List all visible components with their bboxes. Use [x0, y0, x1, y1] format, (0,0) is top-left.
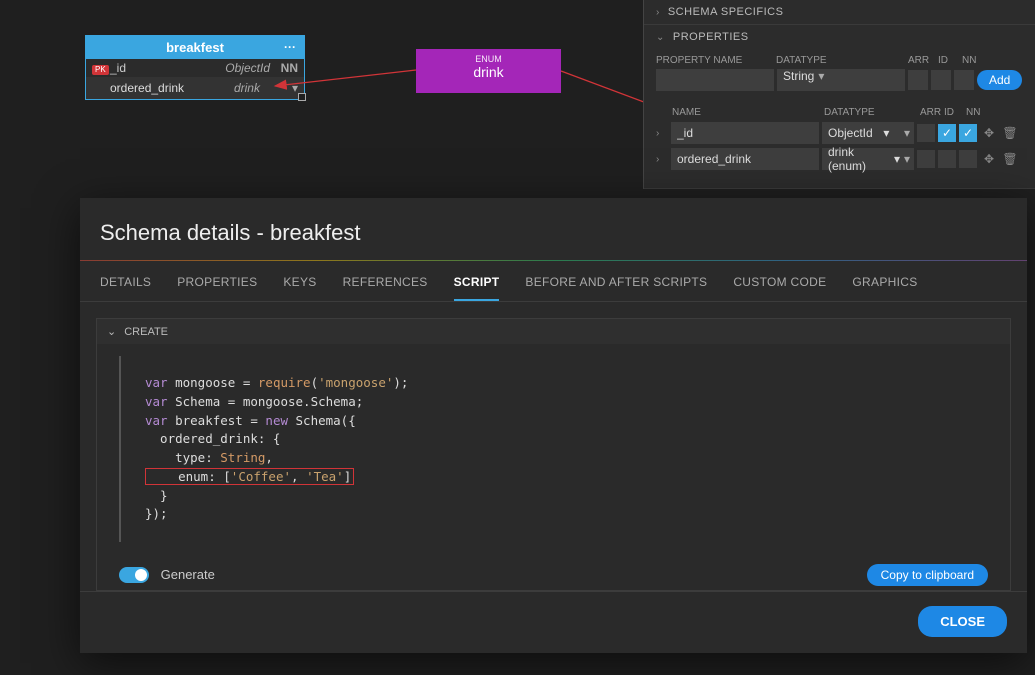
- properties-sidebar: › SCHEMA SPECIFICS ⌄ PROPERTIES PROPERTY…: [643, 0, 1035, 189]
- trash-icon[interactable]: 🗑: [1001, 150, 1019, 168]
- add-property-button[interactable]: Add: [977, 70, 1022, 90]
- generate-toggle[interactable]: [119, 567, 149, 583]
- tab-before-after[interactable]: BEFORE AND AFTER SCRIPTS: [525, 275, 707, 301]
- entity-menu-icon[interactable]: ···: [284, 40, 296, 54]
- close-button[interactable]: CLOSE: [918, 606, 1007, 637]
- header-datatype: DATATYPE: [824, 107, 920, 118]
- tab-custom-code[interactable]: CUSTOM CODE: [733, 275, 826, 301]
- enum-name: drink: [416, 64, 561, 80]
- property-name-input[interactable]: [671, 122, 819, 144]
- header-property-name: PROPERTY NAME: [656, 55, 776, 66]
- resize-handle-icon[interactable]: [298, 93, 306, 101]
- tab-keys[interactable]: KEYS: [283, 275, 316, 301]
- tab-script[interactable]: SCRIPT: [454, 275, 500, 301]
- new-id-checkbox[interactable]: [931, 70, 951, 90]
- create-header[interactable]: ⌄ CREATE: [97, 319, 1010, 344]
- trash-icon[interactable]: 🗑: [1001, 124, 1019, 142]
- header-id: ID: [944, 107, 966, 118]
- col-name: ordered_drink: [110, 81, 200, 95]
- new-nn-checkbox[interactable]: [954, 70, 974, 90]
- divider: [80, 260, 1027, 261]
- section-properties[interactable]: ⌄ PROPERTIES: [644, 25, 1035, 49]
- header-id: ID: [938, 55, 962, 66]
- tab-graphics[interactable]: GRAPHICS: [852, 275, 917, 301]
- tab-references[interactable]: REFERENCES: [343, 275, 428, 301]
- header-arr: ARR: [920, 107, 944, 118]
- arr-checkbox[interactable]: [917, 150, 935, 168]
- code-block[interactable]: var mongoose = require('mongoose'); var …: [119, 356, 988, 542]
- chevron-right-icon[interactable]: ›: [656, 154, 668, 165]
- header-nn: NN: [966, 107, 988, 118]
- create-label: CREATE: [124, 326, 168, 338]
- chevron-down-icon: ▾: [883, 126, 889, 140]
- tab-details[interactable]: DETAILS: [100, 275, 151, 301]
- entity-column-row[interactable]: PK _id ObjectId NN: [86, 59, 304, 77]
- property-name-input[interactable]: [671, 148, 819, 170]
- property-row: › drink (enum)▾ ✥ 🗑: [656, 148, 1023, 170]
- move-icon[interactable]: ✥: [980, 124, 998, 142]
- modal-tabs: DETAILS PROPERTIES KEYS REFERENCES SCRIP…: [80, 261, 1027, 302]
- generate-label: Generate: [161, 567, 215, 582]
- chevron-right-icon: ›: [656, 7, 660, 18]
- chevron-down-icon: ▾: [894, 152, 900, 166]
- nn-checkbox[interactable]: [959, 150, 977, 168]
- entity-header[interactable]: breakfest ···: [86, 36, 304, 59]
- id-checkbox[interactable]: ✓: [938, 124, 956, 142]
- primary-key-icon: PK: [92, 61, 110, 75]
- property-datatype-select[interactable]: drink (enum)▾: [822, 148, 914, 170]
- new-property-name-input[interactable]: [656, 69, 774, 91]
- section-schema-specifics[interactable]: › SCHEMA SPECIFICS: [644, 0, 1035, 24]
- chevron-down-icon: ⌄: [107, 325, 116, 338]
- arr-checkbox[interactable]: [917, 124, 935, 142]
- property-datatype-select[interactable]: ObjectId▾: [822, 122, 914, 144]
- new-property-datatype-select[interactable]: String: [777, 69, 905, 91]
- property-row: › ObjectId▾ ✓ ✓ ✥ 🗑: [656, 122, 1023, 144]
- entity-title: breakfest: [166, 40, 224, 55]
- enum-label: ENUM: [416, 54, 561, 64]
- entity-breakfest[interactable]: breakfest ··· PK _id ObjectId NN ordered…: [85, 35, 305, 100]
- col-name: _id: [110, 61, 210, 75]
- tab-properties[interactable]: PROPERTIES: [177, 275, 257, 301]
- header-nn: NN: [962, 55, 986, 66]
- schema-details-modal: Schema details - breakfest DETAILS PROPE…: [80, 198, 1027, 653]
- create-section: ⌄ CREATE var mongoose = require('mongoos…: [96, 318, 1011, 591]
- chevron-right-icon[interactable]: ›: [656, 128, 668, 139]
- nn-checkbox[interactable]: ✓: [959, 124, 977, 142]
- header-arr: ARR: [908, 55, 938, 66]
- header-datatype: DATATYPE: [776, 55, 908, 66]
- modal-title: Schema details - breakfest: [80, 198, 1027, 260]
- col-type: drink: [200, 81, 260, 95]
- enum-drink[interactable]: ENUM drink: [416, 49, 561, 93]
- id-checkbox[interactable]: [938, 150, 956, 168]
- generate-toggle-group: Generate: [119, 567, 215, 584]
- col-type: ObjectId: [210, 61, 270, 75]
- section-label: PROPERTIES: [673, 31, 749, 43]
- move-icon[interactable]: ✥: [980, 150, 998, 168]
- col-nn: NN: [270, 61, 298, 75]
- new-arr-checkbox[interactable]: [908, 70, 928, 90]
- copy-to-clipboard-button[interactable]: Copy to clipboard: [867, 564, 988, 586]
- entity-column-row[interactable]: ordered_drink drink: [86, 77, 304, 99]
- section-label: SCHEMA SPECIFICS: [668, 6, 784, 18]
- header-name: NAME: [672, 107, 824, 118]
- chevron-down-icon: ⌄: [656, 32, 665, 43]
